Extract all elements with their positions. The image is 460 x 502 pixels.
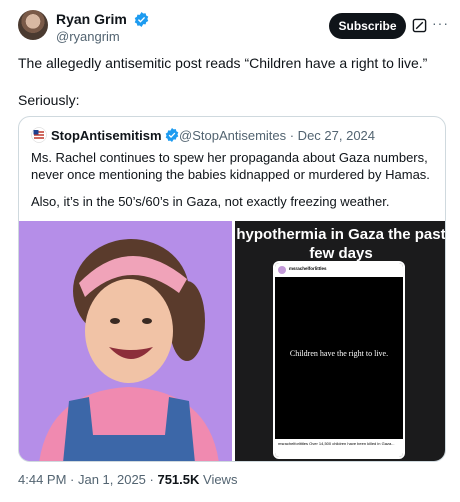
author-name[interactable]: Ryan Grim xyxy=(56,11,127,27)
quoted-image-screenshot[interactable]: hypothermia in Gaza the past few days ms… xyxy=(235,221,446,461)
quoted-tweet-header: StopAntisemitism @StopAntisemites · Dec … xyxy=(31,127,441,145)
views-count: 751.5K xyxy=(157,472,200,487)
tweet-text-second-line: Seriously: xyxy=(18,92,80,108)
verified-badge-icon xyxy=(134,12,149,27)
author-avatar[interactable] xyxy=(18,10,48,40)
quoted-tweet-text: Ms. Rachel continues to spew her propaga… xyxy=(31,150,430,182)
tweet-header: Ryan Grim @ryangrim Subscribe ··· xyxy=(18,10,448,46)
embedded-username: msrachelforlittles xyxy=(289,266,327,271)
quoted-image-ms-rachel[interactable] xyxy=(19,221,232,461)
tweet-text: The allegedly antisemitic post reads “Ch… xyxy=(18,55,428,71)
embedded-avatar xyxy=(278,266,286,274)
author-handle[interactable]: @ryangrim xyxy=(56,29,120,44)
subscribe-button[interactable]: Subscribe xyxy=(329,13,406,39)
quoted-handle-and-date[interactable]: @StopAntisemites · Dec 27, 2024 xyxy=(179,128,375,143)
ms-rachel-photo xyxy=(19,221,232,461)
tweet-footer: 4:44 PM · Jan 1, 2025 · 751.5K Views xyxy=(18,472,237,487)
more-options-icon[interactable]: ··· xyxy=(432,16,448,32)
quoted-tweet-text-second: Also, it’s in the 50’s/60’s in Gaza, not… xyxy=(31,194,390,209)
quoted-tweet[interactable]: StopAntisemitism @StopAntisemites · Dec … xyxy=(18,116,446,462)
embedded-post-screenshot: msrachelforlittles Children have the rig… xyxy=(273,261,405,459)
grok-icon[interactable] xyxy=(412,18,427,33)
image-caption-title: hypothermia in Gaza the past few days xyxy=(236,226,446,262)
tweet-timestamp[interactable]: 4:44 PM · Jan 1, 2025 · xyxy=(18,472,157,487)
embedded-caption: msrachelforlittles Over 14,500 children … xyxy=(278,441,395,446)
embedded-post-footer: msrachelforlittles Over 14,500 children … xyxy=(275,439,403,457)
stopantisemitism-logo-icon xyxy=(31,127,47,143)
views-label: Views xyxy=(199,472,238,487)
quoted-verified-badge-icon xyxy=(165,128,179,142)
quoted-author-name[interactable]: StopAntisemitism xyxy=(51,128,162,143)
embedded-message: Children have the right to live. xyxy=(289,349,389,358)
embedded-post-header: msrachelforlittles xyxy=(275,263,403,277)
